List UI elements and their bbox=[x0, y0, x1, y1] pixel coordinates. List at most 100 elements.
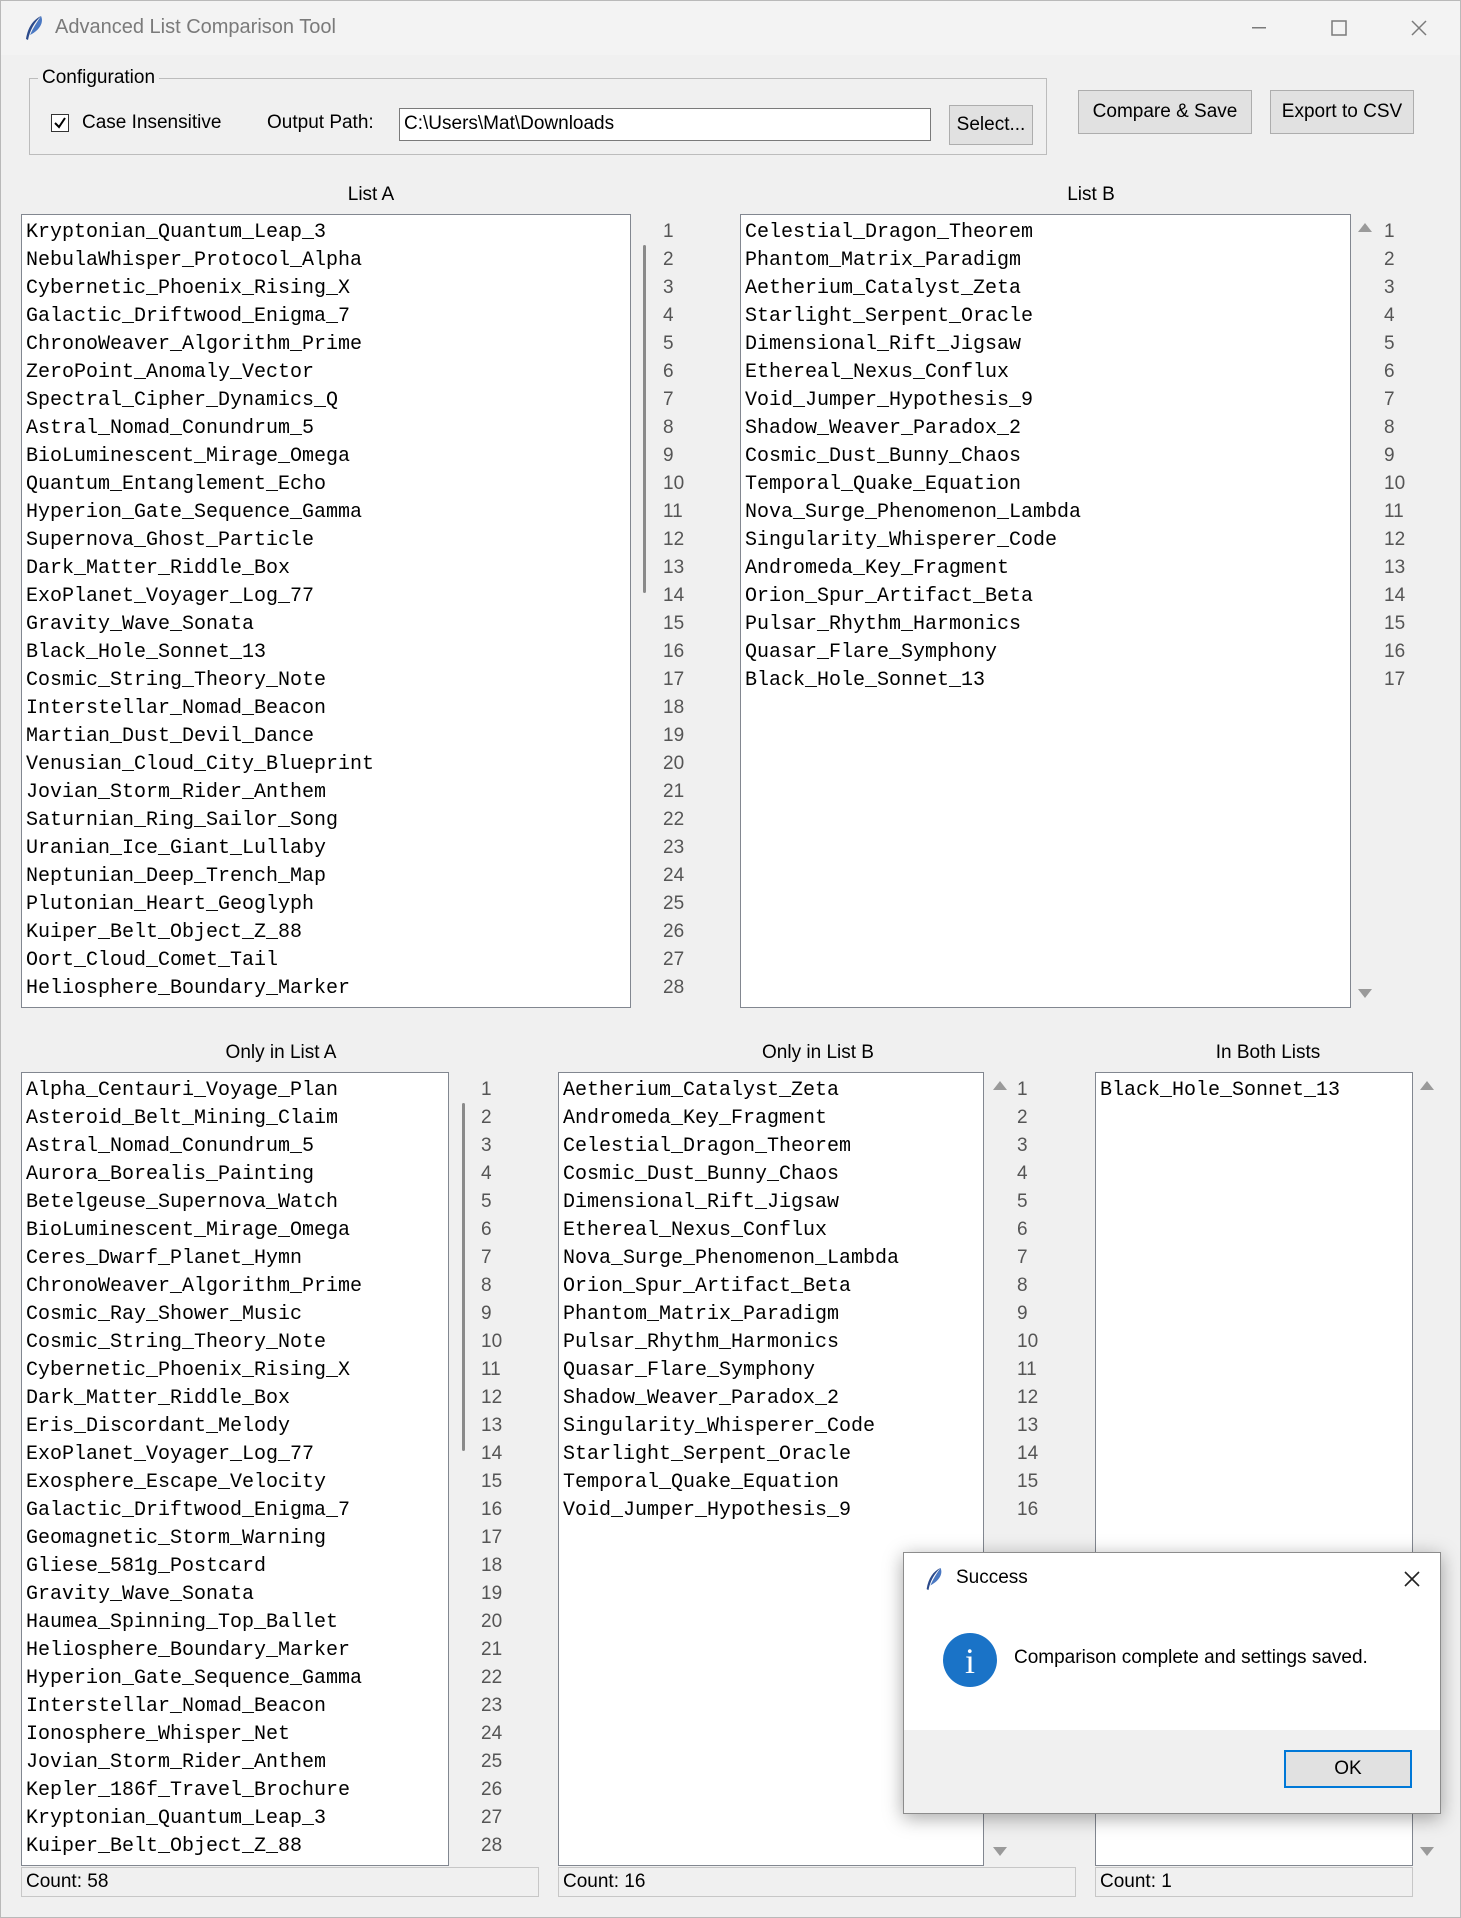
list-a-list-item[interactable]: NebulaWhisper_Protocol_Alpha bbox=[22, 247, 630, 275]
only-a-list-item[interactable]: Kuiper_Belt_Object_Z_88 bbox=[22, 1833, 448, 1861]
list-a-list-item[interactable]: Interstellar_Nomad_Beacon bbox=[22, 695, 630, 723]
only-a-listbox[interactable]: Alpha_Centauri_Voyage_Plan Asteroid_Belt_… bbox=[21, 1072, 449, 1866]
both-scroll-down-icon[interactable] bbox=[1420, 1847, 1434, 1856]
list-b-list-item[interactable]: Aetherium_Catalyst_Zeta bbox=[741, 275, 1350, 303]
list-a-listbox[interactable]: Kryptonian_Quantum_Leap_3 NebulaWhisper_P… bbox=[21, 214, 631, 1008]
only-a-list-item[interactable]: Aurora_Borealis_Painting bbox=[22, 1161, 448, 1189]
close-button[interactable] bbox=[1379, 1, 1459, 55]
only-b-list-item[interactable]: Andromeda_Key_Fragment bbox=[559, 1105, 983, 1133]
minimize-button[interactable] bbox=[1219, 1, 1299, 55]
list-a-list-item[interactable]: Uranian_Ice_Giant_Lullaby bbox=[22, 835, 630, 863]
only-a-list-item[interactable]: Hyperion_Gate_Sequence_Gamma bbox=[22, 1665, 448, 1693]
only-a-list-item[interactable]: Ceres_Dwarf_Planet_Hymn bbox=[22, 1245, 448, 1273]
list-b-list-item[interactable]: Ethereal_Nexus_Conflux bbox=[741, 359, 1350, 387]
list-a-list-item[interactable]: Heliosphere_Boundary_Marker bbox=[22, 975, 630, 1003]
only-b-list-item[interactable]: Temporal_Quake_Equation bbox=[559, 1469, 983, 1497]
list-b-list-item[interactable]: Quasar_Flare_Symphony bbox=[741, 639, 1350, 667]
only-a-list-item[interactable]: Geomagnetic_Storm_Warning bbox=[22, 1525, 448, 1553]
only-a-list-item[interactable]: BioLuminescent_Mirage_Omega bbox=[22, 1217, 448, 1245]
only-b-list-item[interactable]: Dimensional_Rift_Jigsaw bbox=[559, 1189, 983, 1217]
list-b-list-item[interactable]: Temporal_Quake_Equation bbox=[741, 471, 1350, 499]
only-a-list-item[interactable]: Betelgeuse_Supernova_Watch bbox=[22, 1189, 448, 1217]
list-a-list-item[interactable]: Oort_Cloud_Comet_Tail bbox=[22, 947, 630, 975]
list-a-list-item[interactable]: Dark_Matter_Riddle_Box bbox=[22, 555, 630, 583]
list-b-list-item[interactable]: Cosmic_Dust_Bunny_Chaos bbox=[741, 443, 1350, 471]
list-a-list-item[interactable]: Neptunian_Deep_Trench_Map bbox=[22, 863, 630, 891]
list-b-list-item[interactable]: Black_Hole_Sonnet_13 bbox=[741, 667, 1350, 695]
only-a-list-item[interactable]: ExoPlanet_Voyager_Log_77 bbox=[22, 1441, 448, 1469]
only-a-list-item[interactable]: Gravity_Wave_Sonata bbox=[22, 1581, 448, 1609]
list-a-list-item[interactable]: Kuiper_Belt_Object_Z_88 bbox=[22, 919, 630, 947]
only-a-list-item[interactable]: Gliese_581g_Postcard bbox=[22, 1553, 448, 1581]
list-a-list-item[interactable]: Black_Hole_Sonnet_13 bbox=[22, 639, 630, 667]
only-b-list-item[interactable]: Shadow_Weaver_Paradox_2 bbox=[559, 1385, 983, 1413]
list-a-list-item[interactable]: Plutonian_Heart_Geoglyph bbox=[22, 891, 630, 919]
list-a-list-item[interactable]: ExoPlanet_Voyager_Log_77 bbox=[22, 583, 630, 611]
only-b-scroll-up-icon[interactable] bbox=[993, 1081, 1007, 1090]
list-a-list-item[interactable]: Quantum_Entanglement_Echo bbox=[22, 471, 630, 499]
only-a-list-item[interactable]: Cybernetic_Phoenix_Rising_X bbox=[22, 1357, 448, 1385]
only-b-list-item[interactable]: Pulsar_Rhythm_Harmonics bbox=[559, 1329, 983, 1357]
only-a-list-item[interactable]: Dark_Matter_Riddle_Box bbox=[22, 1385, 448, 1413]
only-a-list-item[interactable]: Kryptonian_Quantum_Leap_3 bbox=[22, 1805, 448, 1833]
only-a-scrollbar[interactable] bbox=[462, 1103, 465, 1451]
list-b-list-item[interactable]: Celestial_Dragon_Theorem bbox=[741, 219, 1350, 247]
list-a-list-item[interactable]: Hyperion_Gate_Sequence_Gamma bbox=[22, 499, 630, 527]
list-a-list-item[interactable]: Jovian_Storm_Rider_Anthem bbox=[22, 779, 630, 807]
both-scroll-up-icon[interactable] bbox=[1420, 1081, 1434, 1090]
list-a-list-item[interactable]: BioLuminescent_Mirage_Omega bbox=[22, 443, 630, 471]
only-a-list-item[interactable]: Galactic_Driftwood_Enigma_7 bbox=[22, 1497, 448, 1525]
only-a-list-item[interactable]: ChronoWeaver_Algorithm_Prime bbox=[22, 1273, 448, 1301]
output-path-input[interactable]: C:\Users\Mat\Downloads bbox=[399, 108, 931, 141]
only-a-list-item[interactable]: Haumea_Spinning_Top_Ballet bbox=[22, 1609, 448, 1637]
select-button[interactable]: Select... bbox=[949, 105, 1033, 145]
only-a-list-item[interactable]: Kepler_186f_Travel_Brochure bbox=[22, 1777, 448, 1805]
only-a-list-item[interactable]: Cosmic_String_Theory_Note bbox=[22, 1329, 448, 1357]
list-b-list-item[interactable]: Void_Jumper_Hypothesis_9 bbox=[741, 387, 1350, 415]
list-b-list-item[interactable]: Phantom_Matrix_Paradigm bbox=[741, 247, 1350, 275]
list-b-list-item[interactable]: Orion_Spur_Artifact_Beta bbox=[741, 583, 1350, 611]
only-a-list-item[interactable]: Interstellar_Nomad_Beacon bbox=[22, 1693, 448, 1721]
only-b-list-item[interactable]: Void_Jumper_Hypothesis_9 bbox=[559, 1497, 983, 1525]
only-b-list-item[interactable]: Orion_Spur_Artifact_Beta bbox=[559, 1273, 983, 1301]
only-b-list-item[interactable]: Quasar_Flare_Symphony bbox=[559, 1357, 983, 1385]
list-a-list-item[interactable]: ChronoWeaver_Algorithm_Prime bbox=[22, 331, 630, 359]
list-a-list-item[interactable]: Spectral_Cipher_Dynamics_Q bbox=[22, 387, 630, 415]
only-b-list-item[interactable]: Starlight_Serpent_Oracle bbox=[559, 1441, 983, 1469]
list-b-listbox[interactable]: Celestial_Dragon_Theorem Phantom_Matrix_P… bbox=[740, 214, 1351, 1008]
compare-save-button[interactable]: Compare & Save bbox=[1078, 90, 1252, 134]
list-a-list-item[interactable]: Supernova_Ghost_Particle bbox=[22, 527, 630, 555]
list-b-list-item[interactable]: Andromeda_Key_Fragment bbox=[741, 555, 1350, 583]
list-b-list-item[interactable]: Pulsar_Rhythm_Harmonics bbox=[741, 611, 1350, 639]
only-a-list-item[interactable]: Cosmic_Ray_Shower_Music bbox=[22, 1301, 448, 1329]
list-b-list-item[interactable]: Singularity_Whisperer_Code bbox=[741, 527, 1350, 555]
maximize-button[interactable] bbox=[1299, 1, 1379, 55]
dialog-close-button[interactable] bbox=[1394, 1561, 1430, 1597]
only-b-list-item[interactable]: Cosmic_Dust_Bunny_Chaos bbox=[559, 1161, 983, 1189]
list-a-list-item[interactable]: Kryptonian_Quantum_Leap_3 bbox=[22, 219, 630, 247]
only-a-list-item[interactable]: Astral_Nomad_Conundrum_5 bbox=[22, 1133, 448, 1161]
only-b-list-item[interactable]: Ethereal_Nexus_Conflux bbox=[559, 1217, 983, 1245]
only-b-list-item[interactable]: Singularity_Whisperer_Code bbox=[559, 1413, 983, 1441]
only-a-list-item[interactable]: Eris_Discordant_Melody bbox=[22, 1413, 448, 1441]
ok-button[interactable]: OK bbox=[1284, 1750, 1412, 1788]
list-a-list-item[interactable]: Cybernetic_Phoenix_Rising_X bbox=[22, 275, 630, 303]
only-a-list-item[interactable]: Ionosphere_Whisper_Net bbox=[22, 1721, 448, 1749]
case-insensitive-label[interactable]: Case Insensitive bbox=[82, 112, 221, 134]
list-a-list-item[interactable]: Gravity_Wave_Sonata bbox=[22, 611, 630, 639]
list-b-list-item[interactable]: Nova_Surge_Phenomenon_Lambda bbox=[741, 499, 1350, 527]
only-b-list-item[interactable]: Nova_Surge_Phenomenon_Lambda bbox=[559, 1245, 983, 1273]
only-b-list-item[interactable]: Celestial_Dragon_Theorem bbox=[559, 1133, 983, 1161]
list-a-list-item[interactable]: Martian_Dust_Devil_Dance bbox=[22, 723, 630, 751]
only-b-list-item[interactable]: Aetherium_Catalyst_Zeta bbox=[559, 1077, 983, 1105]
only-b-scroll-down-icon[interactable] bbox=[993, 1847, 1007, 1856]
case-insensitive-checkbox[interactable] bbox=[51, 114, 69, 132]
list-a-list-item[interactable]: Astral_Nomad_Conundrum_5 bbox=[22, 415, 630, 443]
only-a-list-item[interactable]: Heliosphere_Boundary_Marker bbox=[22, 1637, 448, 1665]
only-a-list-item[interactable]: Alpha_Centauri_Voyage_Plan bbox=[22, 1077, 448, 1105]
list-b-scroll-up-icon[interactable] bbox=[1358, 223, 1372, 232]
list-b-scroll-down-icon[interactable] bbox=[1358, 989, 1372, 998]
list-a-list-item[interactable]: Venusian_Cloud_City_Blueprint bbox=[22, 751, 630, 779]
list-b-list-item[interactable]: Shadow_Weaver_Paradox_2 bbox=[741, 415, 1350, 443]
list-a-list-item[interactable]: Cosmic_String_Theory_Note bbox=[22, 667, 630, 695]
